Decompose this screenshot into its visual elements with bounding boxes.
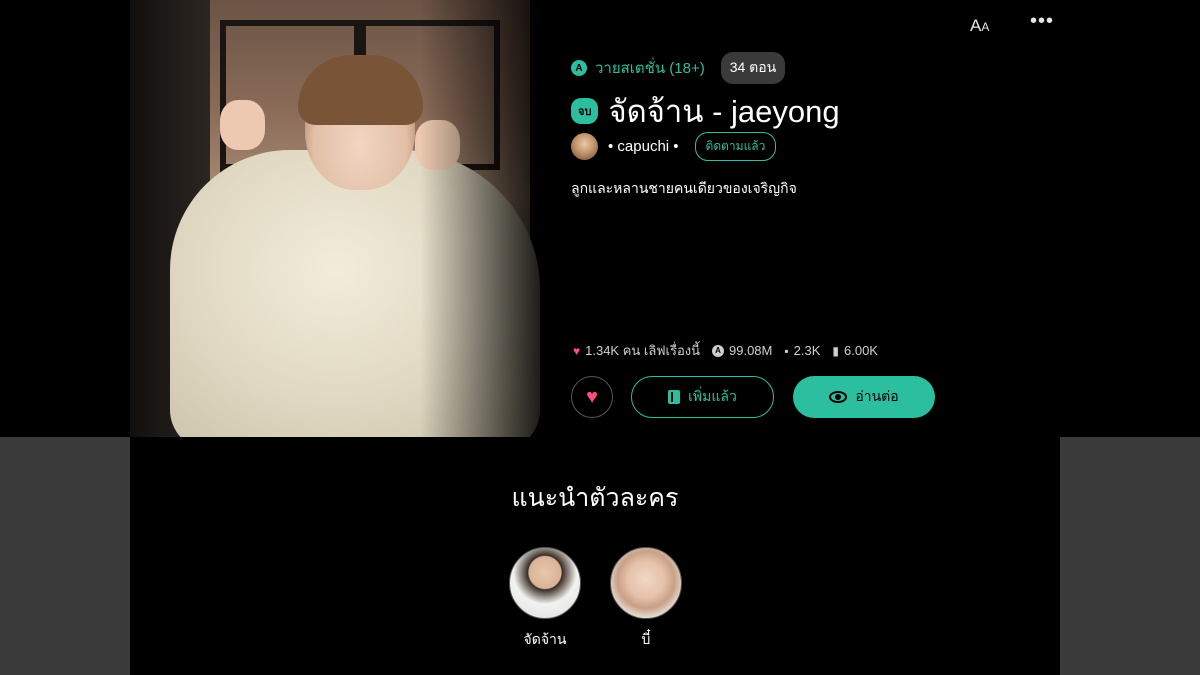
title-row: จบ จัดจ้าน - jaeyong bbox=[571, 86, 840, 136]
stats-row: ♥ 1.34K คน เลิฟเรื่องนี้ A 99.08M ▪ 2.3K… bbox=[573, 340, 882, 361]
character-card[interactable]: บี๋ bbox=[609, 547, 683, 651]
heart-icon: ♥ bbox=[586, 385, 598, 408]
font-size-button[interactable]: AA bbox=[970, 16, 989, 36]
read-label: อ่านต่อ bbox=[855, 388, 899, 404]
character-avatar[interactable] bbox=[509, 547, 581, 619]
eye-icon bbox=[829, 391, 848, 403]
comments-stat: ▪ 2.3K bbox=[784, 343, 820, 358]
bookmarks-stat: ▮ 6.00K bbox=[832, 343, 878, 358]
views-icon: A bbox=[712, 344, 724, 357]
status-badge: จบ bbox=[571, 98, 599, 124]
genre-row: A วายสเตชั่น (18+) 34 ตอน bbox=[571, 52, 786, 84]
author-avatar[interactable] bbox=[571, 133, 598, 160]
characters-heading: แนะนำตัวละคร bbox=[511, 484, 679, 512]
font-size-icon: AA bbox=[970, 16, 990, 35]
comment-icon: ▪ bbox=[784, 343, 789, 358]
heart-icon: ♥ bbox=[573, 343, 581, 358]
likes-count: 1.34K คน เลิฟเรื่องนี้ bbox=[585, 343, 700, 358]
follow-button[interactable]: ติดตามแล้ว bbox=[694, 132, 777, 161]
cover-fade bbox=[420, 0, 560, 437]
added-to-library-button[interactable]: เพิ่มแล้ว bbox=[631, 376, 774, 418]
added-label: เพิ่มแล้ว bbox=[688, 388, 737, 404]
bookmark-icon: ▮ bbox=[832, 343, 839, 358]
story-synopsis: ลูกและหลานชายคนเดียวของเจริญกิจ bbox=[571, 180, 797, 196]
book-icon bbox=[668, 390, 681, 404]
character-name: บี๋ bbox=[641, 631, 651, 647]
genre-label[interactable]: วายสเตชั่น (18+) bbox=[595, 56, 705, 80]
story-title: จัดจ้าน - jaeyong bbox=[608, 94, 840, 129]
views-stat: A 99.08M bbox=[712, 343, 772, 358]
character-card[interactable]: จัดจ้าน bbox=[508, 547, 582, 651]
cover-image bbox=[130, 0, 560, 437]
character-name: จัดจ้าน bbox=[523, 631, 567, 647]
character-avatar[interactable] bbox=[610, 547, 682, 619]
likes-stat: ♥ 1.34K คน เลิฟเรื่องนี้ bbox=[573, 340, 700, 361]
more-options-button[interactable]: ••• bbox=[1030, 10, 1054, 33]
like-button[interactable]: ♥ bbox=[571, 376, 613, 418]
episode-count-badge: 34 ตอน bbox=[720, 52, 786, 84]
continue-reading-button[interactable]: อ่านต่อ bbox=[793, 376, 935, 418]
views-count: 99.08M bbox=[729, 343, 773, 358]
more-icon: ••• bbox=[1030, 10, 1055, 32]
comments-count: 2.3K bbox=[793, 343, 821, 358]
bookmarks-count: 6.00K bbox=[844, 343, 878, 358]
cover-person-hand bbox=[220, 100, 265, 150]
author-row: • capuchi • ติดตามแล้ว bbox=[571, 132, 777, 161]
author-name[interactable]: • capuchi • bbox=[608, 138, 679, 155]
genre-icon: A bbox=[571, 60, 587, 76]
